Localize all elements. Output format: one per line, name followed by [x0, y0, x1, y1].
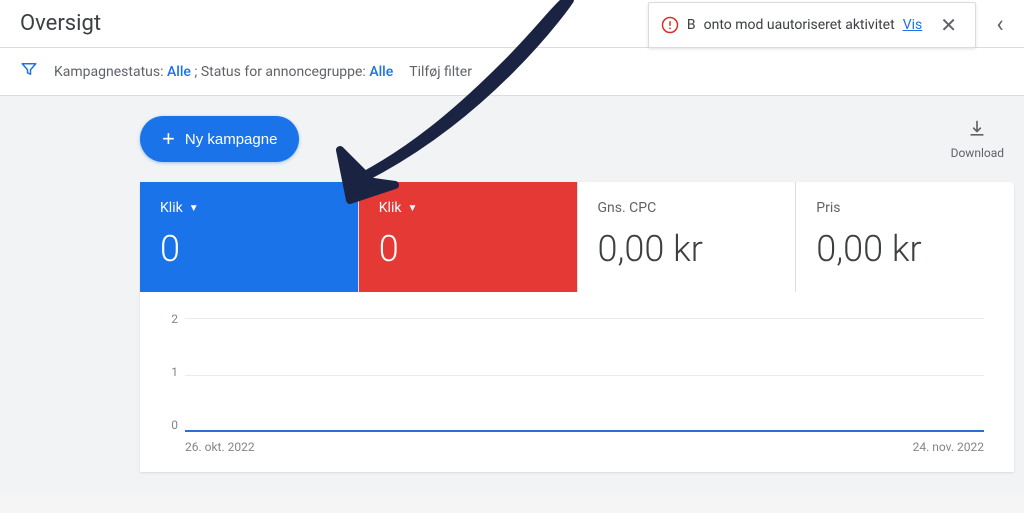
filter-bar: Kampagnestatus: Alle ; Status for annonc…	[0, 48, 1024, 96]
filter-summary[interactable]: Kampagnestatus: Alle ; Status for annonc…	[54, 64, 393, 80]
metric-card-cpc[interactable]: Gns. CPC 0,00 kr	[578, 182, 797, 292]
alert-icon	[661, 16, 679, 34]
close-icon[interactable]: ✕	[934, 11, 963, 39]
download-icon	[967, 119, 987, 144]
metric-value: 0	[160, 228, 338, 270]
metric-value: 0	[379, 228, 557, 270]
add-filter[interactable]: Tilføj filter	[409, 64, 472, 80]
metric-card-pris[interactable]: Pris 0,00 kr	[796, 182, 1014, 292]
alert-text: onto mod uautoriseret aktivitet	[704, 17, 895, 33]
x-axis: 26. okt. 2022 24. nov. 2022	[185, 440, 984, 454]
chart-baseline	[185, 430, 984, 432]
chevron-left-icon[interactable]: ‹	[984, 8, 1016, 40]
metric-card-klik-1[interactable]: Klik ▼ 0	[140, 182, 359, 292]
metric-label: Pris	[816, 200, 994, 216]
download-button[interactable]: Download	[951, 119, 1004, 160]
metric-label: Klik ▼	[379, 200, 557, 216]
chevron-down-icon: ▼	[189, 203, 199, 214]
metric-label: Gns. CPC	[598, 200, 776, 216]
new-campaign-button[interactable]: + Ny kampagne	[140, 116, 299, 162]
y-axis: 2 1 0	[160, 312, 178, 432]
alert-banner: B onto mod uautoriseret aktivitet Vis ✕	[648, 2, 976, 48]
filter-icon[interactable]	[20, 60, 38, 83]
metric-card-klik-2[interactable]: Klik ▼ 0	[359, 182, 578, 292]
metric-value: 0,00 kr	[816, 228, 994, 270]
page-title: Oversigt	[20, 11, 101, 36]
plus-icon: +	[162, 128, 175, 150]
metric-label: Klik ▼	[160, 200, 338, 216]
new-campaign-label: Ny kampagne	[185, 131, 278, 148]
alert-text-prefix: B	[687, 17, 696, 33]
chevron-down-icon: ▼	[407, 203, 417, 214]
alert-link[interactable]: Vis	[903, 17, 923, 33]
download-label: Download	[951, 146, 1004, 160]
metrics-row: Klik ▼ 0 Klik ▼ 0 Gns. CPC 0,00 kr Pris …	[140, 182, 1014, 292]
metric-value: 0,00 kr	[598, 228, 776, 270]
chart-area: 2 1 0 26. okt. 2022 24. nov. 2022	[140, 292, 1014, 472]
